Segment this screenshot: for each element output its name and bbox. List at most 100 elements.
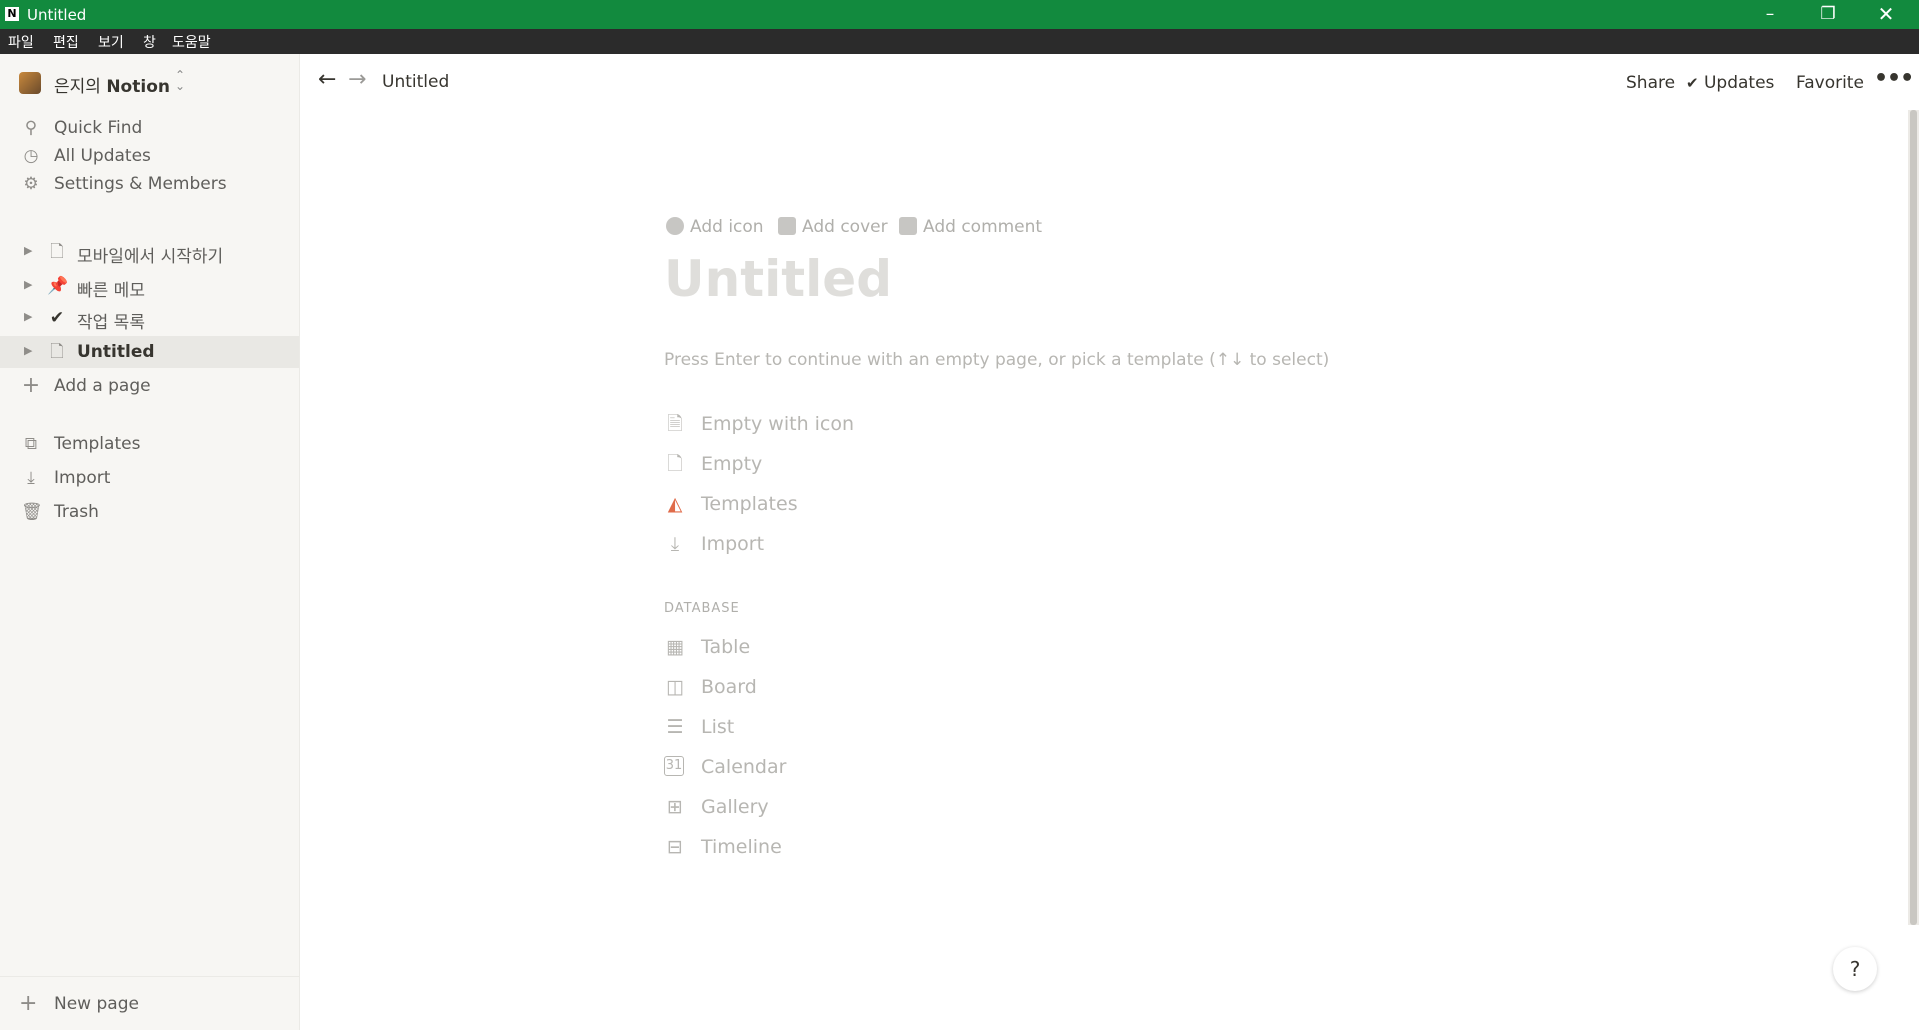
add-cover-label: Add cover: [802, 217, 888, 237]
title-bar: N Untitled – ❐ ✕: [0, 0, 1919, 29]
sidebar-item-label: All Updates: [54, 146, 151, 166]
sidebar: 은지의 Notion ⌃ ⌄ ⚲ Quick Find ◷ All Updates…: [0, 54, 300, 1030]
maximize-button[interactable]: ❐: [1799, 0, 1857, 29]
sidebar-item-label: Trash: [54, 502, 99, 522]
expand-arrow-icon[interactable]: ▶: [24, 278, 32, 291]
notion-app-icon: N: [5, 7, 19, 21]
database-section-label: DATABASE: [664, 601, 740, 616]
checkmark-icon: ✔: [49, 308, 65, 328]
checkmark-icon: ✔: [1686, 74, 1699, 92]
board-icon: ◫: [666, 676, 684, 698]
option-label: Timeline: [701, 836, 782, 858]
option-label: Empty: [701, 453, 763, 475]
sidebar-page-label: Untitled: [77, 342, 155, 362]
menu-window[interactable]: 창: [143, 32, 156, 52]
expand-arrow-icon[interactable]: ▶: [24, 344, 32, 357]
add-icon-label: Add icon: [690, 217, 764, 237]
gear-icon: ⚙: [23, 174, 39, 194]
trash-icon: 🗑: [21, 502, 43, 522]
new-page-button[interactable]: + New page: [0, 976, 299, 1031]
share-button[interactable]: Share: [1626, 73, 1675, 93]
menu-edit[interactable]: 편집: [53, 32, 79, 52]
option-label: Import: [701, 533, 765, 555]
templates-icon: ◭: [667, 493, 683, 515]
plus-icon: +: [19, 991, 38, 1016]
new-page-label: New page: [54, 994, 139, 1014]
calendar-icon: 31: [664, 756, 684, 776]
menu-view[interactable]: 보기: [98, 32, 124, 52]
template-hint: Press Enter to continue with an empty pa…: [664, 350, 1330, 370]
option-label: Board: [701, 676, 757, 698]
menu-bar: 파일 편집 보기 창 도움말: [0, 29, 1919, 54]
pushpin-icon: 📌: [47, 276, 69, 296]
page-icon: 🗋: [667, 453, 683, 475]
option-label: List: [701, 716, 735, 738]
workspace-title: Notion: [106, 77, 170, 97]
import-icon: ⤓: [670, 533, 680, 555]
breadcrumb[interactable]: Untitled: [382, 72, 449, 92]
updates-label: Updates: [1703, 73, 1775, 93]
import-icon: ⤓: [27, 468, 35, 488]
favorite-button[interactable]: Favorite: [1796, 73, 1864, 93]
clock-icon: ◷: [23, 146, 39, 166]
scrollbar[interactable]: [1908, 110, 1919, 925]
list-icon: ☰: [666, 716, 684, 738]
option-label: Empty with icon: [701, 413, 855, 435]
timeline-icon: ⊟: [667, 836, 683, 858]
option-label: Gallery: [701, 796, 769, 818]
workspace-avatar: [19, 72, 41, 94]
page-lines-icon: 🗎: [667, 413, 683, 435]
workspace-owner: 은지의: [54, 77, 101, 97]
search-icon: ⚲: [24, 118, 38, 138]
sidebar-item-label: Quick Find: [54, 118, 143, 138]
plus-icon: +: [21, 373, 41, 398]
option-label: Calendar: [701, 756, 787, 778]
sidebar-item-templates[interactable]: ⧉ Templates: [0, 428, 299, 460]
sidebar-page-untitled[interactable]: ▶ 🗋 Untitled: [0, 336, 299, 368]
sidebar-page-label: 모바일에서 시작하기: [77, 247, 224, 267]
option-label: Table: [701, 636, 751, 658]
forward-arrow-icon[interactable]: →: [348, 67, 366, 92]
menu-file[interactable]: 파일: [8, 32, 34, 52]
add-icon-button[interactable]: Add icon: [666, 217, 764, 237]
sidebar-page-quick-memo[interactable]: ▶ 📌 빠른 메모: [0, 270, 299, 302]
sidebar-page-label: 작업 목록: [77, 313, 145, 333]
back-arrow-icon[interactable]: ←: [318, 67, 336, 92]
sidebar-page-mobile-start[interactable]: ▶ 🗋 모바일에서 시작하기: [0, 236, 299, 268]
scrollbar-thumb[interactable]: [1910, 110, 1917, 925]
sidebar-page-task-list[interactable]: ▶ ✔ 작업 목록: [0, 302, 299, 334]
window-title: Untitled: [27, 6, 87, 24]
page-icon: 🗋: [50, 342, 64, 362]
updates-button[interactable]: ✔ Updates: [1686, 73, 1774, 93]
table-icon: ▦: [666, 636, 684, 658]
add-cover-button[interactable]: Add cover: [778, 217, 888, 237]
menu-help[interactable]: 도움말: [172, 32, 211, 52]
page-icon: 🗋: [50, 242, 64, 262]
comment-icon: [899, 217, 917, 235]
sidebar-item-label: Templates: [54, 434, 141, 454]
sidebar-item-import[interactable]: ⤓ Import: [0, 462, 299, 494]
add-comment-button[interactable]: Add comment: [899, 217, 1042, 237]
option-label: Templates: [701, 493, 798, 515]
add-comment-label: Add comment: [923, 217, 1043, 237]
image-icon: [778, 217, 796, 235]
templates-icon: ⧉: [24, 434, 38, 454]
expand-arrow-icon[interactable]: ▶: [24, 244, 32, 257]
more-options-icon[interactable]: •••: [1874, 66, 1914, 91]
expand-arrow-icon[interactable]: ▶: [24, 310, 32, 323]
smiley-icon: [666, 217, 684, 235]
page-title[interactable]: Untitled: [664, 250, 892, 308]
sidebar-item-trash[interactable]: 🗑 Trash: [0, 496, 299, 528]
help-button[interactable]: ?: [1833, 947, 1877, 991]
sidebar-page-label: 빠른 메모: [77, 281, 145, 301]
minimize-button[interactable]: –: [1741, 0, 1799, 29]
add-page-button[interactable]: + Add a page: [0, 370, 299, 402]
close-button[interactable]: ✕: [1857, 0, 1915, 29]
chevron-updown-icon: ⌃ ⌄: [175, 68, 186, 93]
sidebar-item-settings[interactable]: ⚙ Settings & Members: [0, 168, 299, 200]
gallery-icon: ⊞: [667, 796, 683, 818]
sidebar-item-label: Import: [54, 468, 111, 488]
workspace-name: 은지의 Notion: [54, 72, 170, 97]
top-bar: ← → Untitled Share ✔ Updates Favorite ••…: [300, 54, 1919, 110]
sidebar-item-label: Settings & Members: [54, 174, 227, 194]
